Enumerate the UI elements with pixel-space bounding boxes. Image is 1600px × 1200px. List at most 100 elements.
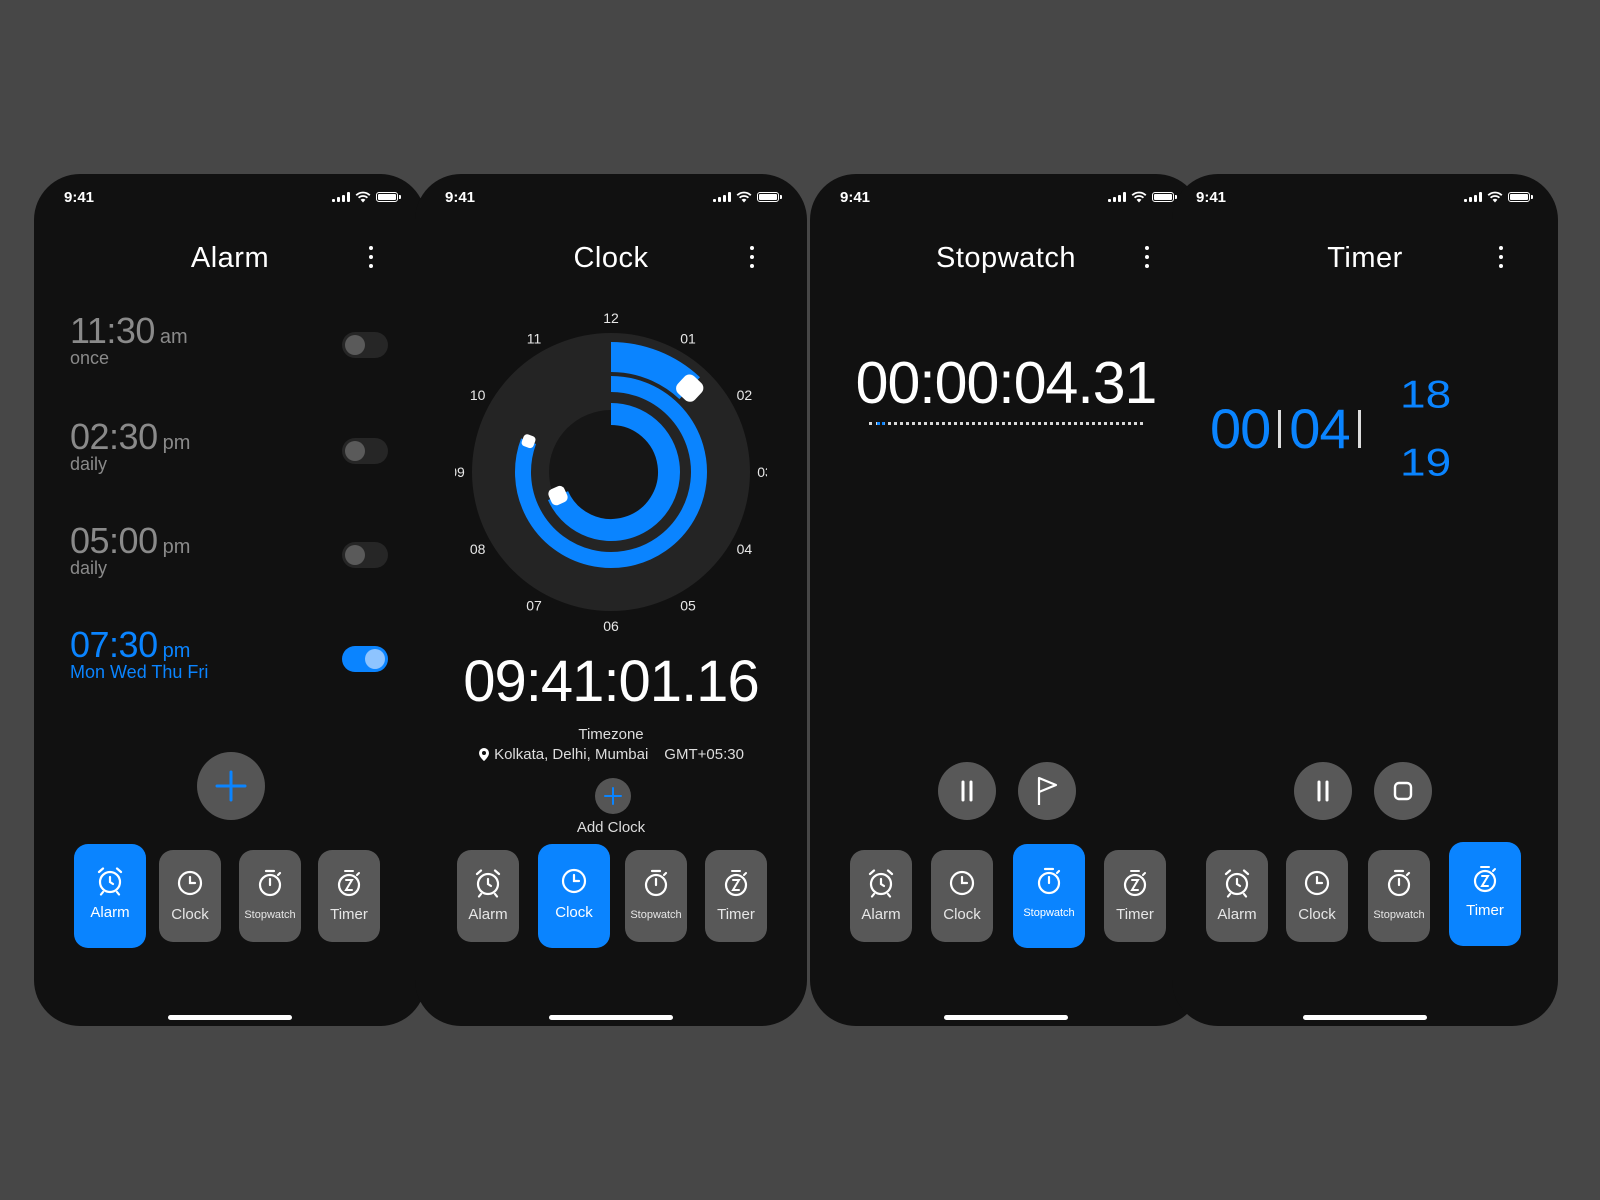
- timer-screen: 9:41 Timer 00 04 18 19 Alarm Clock Stopw…: [1172, 174, 1558, 1026]
- alarm-item[interactable]: 05:00 pm daily: [70, 520, 390, 600]
- status-icons: [332, 191, 401, 203]
- tab-label: Alarm: [90, 904, 130, 921]
- battery-icon: [1508, 192, 1533, 202]
- alarm-toggle[interactable]: [342, 542, 388, 568]
- tab-label: Clock: [943, 906, 981, 923]
- dial-number: 11: [527, 331, 542, 347]
- tab-clock[interactable]: Clock: [1286, 850, 1348, 942]
- timer-separator: [1278, 409, 1282, 448]
- status-time: 9:41: [1196, 188, 1227, 206]
- battery-icon: [1152, 192, 1177, 202]
- more-options-icon[interactable]: [1498, 246, 1504, 268]
- stop-button[interactable]: [1374, 762, 1432, 820]
- tab-bar: Alarm Clock Stopwatch Timer: [810, 844, 1202, 948]
- clock-screen: 9:41 Clock 12 01 02 03 04 05 06 07 08 09 10 11 09:4…: [415, 174, 807, 1026]
- stopwatch-icon: [644, 869, 668, 897]
- stopwatch-icon: [1387, 869, 1411, 897]
- tab-timer[interactable]: Timer: [705, 850, 767, 942]
- tab-label: Clock: [1298, 906, 1336, 923]
- tab-label: Stopwatch: [244, 909, 296, 921]
- more-options-icon[interactable]: [749, 246, 755, 268]
- alarm-clock-icon: [97, 867, 123, 896]
- stopwatch-icon: [258, 869, 282, 897]
- status-icons: [713, 191, 782, 203]
- plus-icon: [604, 787, 622, 805]
- dial-number: 09: [455, 464, 465, 480]
- tab-timer[interactable]: Timer: [1104, 850, 1166, 942]
- alarm-ampm: am: [159, 326, 188, 348]
- alarm-clock-icon: [475, 869, 501, 898]
- tab-label: Timer: [330, 906, 368, 923]
- current-time: 09:41:01.16: [463, 649, 759, 714]
- pause-button[interactable]: [1294, 762, 1352, 820]
- dial-number: 08: [470, 541, 486, 557]
- dial-number: 01: [680, 331, 696, 347]
- tab-label: Stopwatch: [1373, 909, 1425, 921]
- signal-icon: [713, 192, 731, 202]
- alarm-time: 02:30: [70, 416, 158, 457]
- timezone-label: Timezone: [578, 726, 644, 743]
- clock-icon: [561, 868, 587, 894]
- dial-number: 06: [603, 618, 619, 632]
- more-options-icon[interactable]: [1144, 246, 1150, 268]
- tab-label: Timer: [717, 906, 755, 923]
- stopwatch-progress: [877, 422, 885, 425]
- timer-icon: [337, 870, 361, 897]
- tab-stopwatch[interactable]: Stopwatch: [625, 850, 687, 942]
- tab-alarm[interactable]: Alarm: [850, 850, 912, 942]
- stopwatch-screen: 9:41 Stopwatch 00:00:04.31 Alarm Clock S…: [810, 174, 1202, 1026]
- wifi-icon: [1487, 191, 1503, 203]
- wifi-icon: [1131, 191, 1147, 203]
- tab-clock[interactable]: Clock: [931, 850, 993, 942]
- alarm-item[interactable]: 11:30 am once: [70, 310, 390, 390]
- add-clock-button[interactable]: [595, 778, 631, 814]
- add-clock-label: Add Clock: [576, 819, 646, 836]
- tab-clock[interactable]: Clock: [538, 844, 610, 948]
- pause-button[interactable]: [938, 762, 996, 820]
- status-icons: [1464, 191, 1533, 203]
- wifi-icon: [736, 191, 752, 203]
- tab-label: Alarm: [861, 906, 901, 923]
- alarm-repeat: Mon Wed Thu Fri: [70, 662, 209, 682]
- alarm-toggle[interactable]: [342, 438, 388, 464]
- timer-hours: 00: [1210, 397, 1271, 460]
- dial-number: 03: [757, 464, 767, 480]
- dial-number: 02: [737, 387, 753, 403]
- tab-bar: Alarm Clock Stopwatch Timer: [1172, 842, 1558, 946]
- alarm-ampm: pm: [162, 640, 191, 662]
- tab-stopwatch[interactable]: Stopwatch: [1368, 850, 1430, 942]
- add-alarm-button[interactable]: [197, 752, 265, 820]
- tab-clock[interactable]: Clock: [159, 850, 221, 942]
- timer-seconds-wheel[interactable]: 18 19: [1394, 369, 1464, 479]
- status-bar: 9:41: [1196, 187, 1533, 207]
- tab-timer[interactable]: Timer: [1449, 842, 1521, 946]
- status-time: 9:41: [64, 188, 95, 206]
- tab-stopwatch[interactable]: Stopwatch: [239, 850, 301, 942]
- stopwatch-progress-track: [869, 422, 1143, 425]
- tab-alarm[interactable]: Alarm: [1206, 850, 1268, 942]
- more-options-icon[interactable]: [368, 246, 374, 268]
- timer-seconds-prev: 18: [1400, 371, 1452, 417]
- alarm-ampm: pm: [162, 536, 191, 558]
- lap-button[interactable]: [1018, 762, 1076, 820]
- battery-icon: [757, 192, 782, 202]
- dial-number: 10: [470, 387, 486, 403]
- tab-alarm[interactable]: Alarm: [457, 850, 519, 942]
- location-pin-icon: [479, 748, 490, 761]
- alarm-item[interactable]: 02:30 pm daily: [70, 416, 390, 496]
- tab-stopwatch[interactable]: Stopwatch: [1013, 844, 1085, 948]
- signal-icon: [1108, 192, 1126, 202]
- stop-icon: [1393, 781, 1413, 801]
- timezone-row: Kolkata, Delhi, Mumbai GMT+05:30: [415, 746, 807, 763]
- alarm-ampm: pm: [162, 432, 191, 454]
- home-indicator: [1303, 1015, 1427, 1020]
- tab-label: Alarm: [468, 906, 508, 923]
- tab-alarm[interactable]: Alarm: [74, 844, 146, 948]
- alarm-toggle[interactable]: [342, 332, 388, 358]
- status-time: 9:41: [445, 188, 476, 206]
- alarm-time: 11:30: [70, 310, 155, 351]
- alarm-toggle[interactable]: [342, 646, 388, 672]
- tab-timer[interactable]: Timer: [318, 850, 380, 942]
- alarm-clock-icon: [868, 869, 894, 898]
- alarm-item[interactable]: 07:30 pm Mon Wed Thu Fri: [70, 624, 390, 704]
